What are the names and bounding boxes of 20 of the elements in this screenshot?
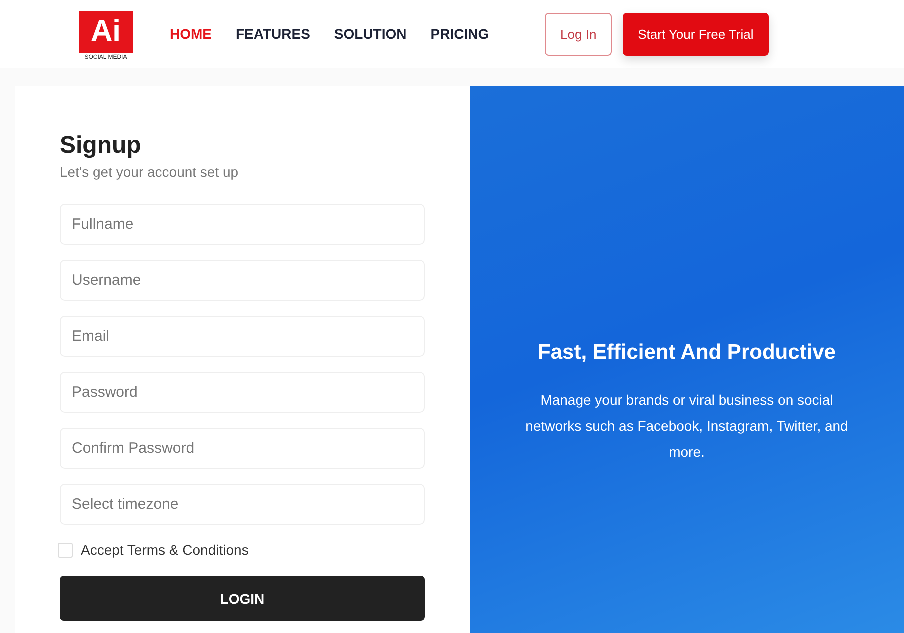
terms-label: Accept Terms & Conditions (81, 542, 249, 558)
input-field[interactable]: Password (60, 372, 425, 413)
free-trial-button[interactable]: Start Your Free Trial (623, 12, 769, 56)
input-field[interactable]: Email (60, 316, 425, 357)
input-field[interactable]: Select timezone (60, 484, 425, 525)
hero-text: Manage your brands or viral business on social networks such as Facebook, Instagram, Twitter, and more. (524, 391, 850, 462)
signup-title: Signup (60, 132, 142, 160)
signup-subtitle: Let's get your account set up (60, 164, 240, 180)
nav-link[interactable]: PRICING (430, 26, 490, 42)
input-field[interactable]: Fullname (60, 204, 425, 245)
terms-checkbox[interactable] (58, 542, 73, 558)
input-field[interactable]: Confirm Password (60, 428, 425, 469)
nav-link[interactable]: FEATURES (236, 26, 310, 42)
input-field[interactable]: Username (60, 260, 425, 301)
submit-button[interactable]: LOGIN (60, 576, 425, 621)
nav-link[interactable]: HOME (170, 26, 212, 42)
hero-title: Fast, Efficient And Productive (537, 341, 837, 365)
nav-link[interactable]: SOLUTION (334, 26, 407, 42)
header-login-button[interactable]: Log In (545, 12, 612, 56)
logo-mark: Ai (79, 11, 133, 53)
